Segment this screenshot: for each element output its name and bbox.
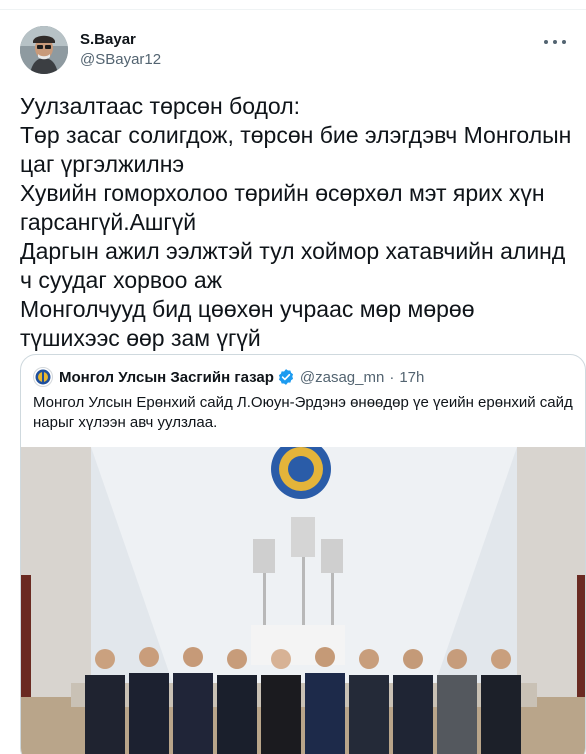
- state-emblem-icon[interactable]: [33, 367, 53, 387]
- author-info: S.Bayar @SBayar12: [80, 30, 161, 70]
- quoted-tweet-header: Монгол Улсын Засгийн газар @zasag_mn · 1…: [33, 367, 424, 387]
- more-dot: [562, 40, 566, 44]
- avatar[interactable]: [20, 26, 68, 74]
- more-dot: [553, 40, 557, 44]
- author-name[interactable]: S.Bayar: [80, 30, 161, 50]
- quoted-author-name[interactable]: Монгол Улсын Засгийн газар: [59, 369, 274, 386]
- author-handle[interactable]: @SBayar12: [80, 50, 161, 70]
- quoted-tweet[interactable]: Монгол Улсын Засгийн газар @zasag_mn · 1…: [20, 354, 586, 754]
- tweet-text: Уулзалтаас төрсөн бодол: Төр засаг солиг…: [20, 93, 572, 351]
- verified-badge-icon: [278, 369, 293, 385]
- group-photo: [21, 447, 585, 754]
- more-icon[interactable]: [544, 32, 566, 52]
- tweet-header: S.Bayar @SBayar12: [20, 26, 566, 78]
- top-divider: [0, 0, 586, 10]
- separator-dot: ·: [389, 368, 395, 386]
- quoted-tweet-text: Монгол Улсын Ерөнхий сайд Л.Оюун-Эрдэнэ …: [33, 394, 573, 431]
- quoted-tweet-photo[interactable]: [21, 447, 585, 754]
- avatar-photo: [20, 26, 68, 74]
- quoted-timestamp[interactable]: 17h: [399, 369, 424, 386]
- more-dot: [544, 40, 548, 44]
- quoted-author-handle[interactable]: @zasag_mn: [300, 369, 384, 386]
